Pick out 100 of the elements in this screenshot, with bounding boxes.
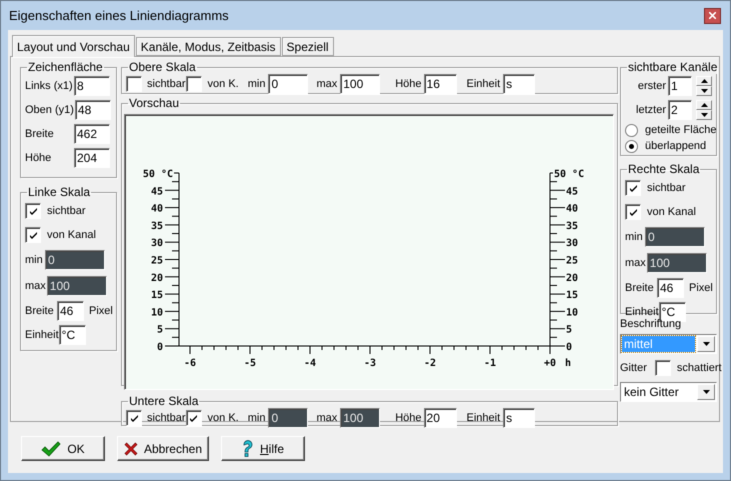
down-arrow-icon <box>700 113 708 117</box>
field-label: min <box>248 412 266 424</box>
axis-label: 25 <box>566 256 578 266</box>
spin-up-button[interactable] <box>696 100 712 110</box>
spin-down-button[interactable] <box>696 86 712 96</box>
axis-label: 30 <box>566 238 578 250</box>
checkbox[interactable] <box>186 410 202 426</box>
check-icon <box>28 230 38 240</box>
group-title: sichtbare Kanäle <box>627 60 718 74</box>
checkbox-label: von K. <box>208 412 239 424</box>
dropdown-arrow-button[interactable] <box>697 336 715 352</box>
group-title: Zeichenfläche <box>27 60 104 74</box>
field-label: erster <box>638 80 666 92</box>
check-icon <box>130 414 138 422</box>
text-field[interactable]: 204 <box>74 148 110 168</box>
unit-label: Pixel <box>689 282 713 294</box>
checkbox[interactable] <box>625 180 641 196</box>
up-arrow-icon <box>700 103 708 107</box>
group-title: Obere Skala <box>128 60 197 74</box>
tab[interactable]: Kanäle, Modus, Zeitbasis <box>136 37 281 56</box>
axis-label: 5 <box>566 324 572 336</box>
axis-label: -3 <box>364 358 376 369</box>
text-field[interactable]: 46 <box>657 278 684 298</box>
checkbox[interactable] <box>126 410 142 426</box>
check-icon <box>28 206 38 216</box>
checkbox[interactable] <box>186 76 202 92</box>
checkbox-label: sichtbar <box>147 412 186 424</box>
close-icon <box>709 12 716 19</box>
axis-label: 15 <box>150 290 163 302</box>
text-field[interactable]: 462 <box>74 124 110 144</box>
group-title: Linke Skala <box>27 185 92 199</box>
field-label: max <box>316 412 338 424</box>
checkbox-label: schattiert <box>676 362 722 374</box>
text-field[interactable]: 8 <box>74 76 110 96</box>
axis-label: 10 <box>566 307 578 318</box>
checkbox[interactable] <box>625 204 641 220</box>
axis-label: 20 <box>150 272 163 284</box>
down-arrow-icon <box>702 390 710 394</box>
text-field[interactable]: 20 <box>424 408 457 428</box>
down-arrow-icon <box>700 89 708 93</box>
dialog-button[interactable]: Abbrechen <box>117 436 209 461</box>
field-label: Einheit <box>25 329 59 341</box>
axis-label: +0 <box>544 358 556 369</box>
axis-unit: h <box>565 358 572 369</box>
unit-label: Pixel <box>89 305 113 317</box>
text-field[interactable]: 46 <box>57 301 84 321</box>
axis-label: 35 <box>150 220 163 232</box>
question-mark-icon <box>242 440 254 458</box>
field-label: max <box>25 280 46 292</box>
checkbox[interactable] <box>126 76 142 92</box>
dropdown-arrow-button[interactable] <box>697 384 715 400</box>
axis-label: 0 <box>156 342 163 353</box>
axis-label: 5 <box>156 324 163 336</box>
axis-label: -2 <box>424 358 436 369</box>
down-arrow-icon <box>702 342 710 346</box>
checkbox-label: von Kanal <box>647 206 696 218</box>
axis-label: 40 <box>566 204 578 215</box>
text-field[interactable]: °C <box>58 325 86 345</box>
axis-label: 50 °C <box>554 169 584 180</box>
checkbox-label: sichtbar <box>47 205 86 217</box>
text-field[interactable]: s <box>503 408 536 428</box>
field-label: max <box>316 78 338 90</box>
checkbox[interactable] <box>25 203 41 219</box>
field-label: Links (x1) <box>25 80 73 92</box>
window-title: Eigenschaften eines Liniendiagramms <box>9 8 229 23</box>
text-field[interactable]: 100 <box>340 74 380 94</box>
text-field[interactable]: 16 <box>424 74 457 94</box>
radio-button[interactable] <box>625 124 638 136</box>
close-button[interactable] <box>704 8 721 24</box>
dialog-button[interactable]: OK <box>21 436 105 461</box>
up-arrow-icon <box>700 79 708 83</box>
field-label: min <box>25 254 44 266</box>
tab[interactable]: Speziell <box>282 37 334 56</box>
field-label: Einheit <box>466 78 500 90</box>
axis-label: 35 <box>566 220 578 232</box>
cross-icon <box>124 440 138 456</box>
spin-up-button[interactable] <box>696 76 712 86</box>
axis-label: 0 <box>566 342 572 353</box>
group-title: Untere Skala <box>128 394 200 408</box>
text-field[interactable]: 48 <box>74 100 111 120</box>
text-field[interactable]: 0 <box>268 74 308 94</box>
checkbox-label: sichtbar <box>647 182 686 194</box>
dialog-button[interactable]: Hilfe <box>221 436 305 461</box>
field-label: max <box>625 257 646 269</box>
checkbox[interactable] <box>25 227 41 243</box>
text-field[interactable]: 1 <box>668 76 692 96</box>
axis-label: -5 <box>244 358 256 369</box>
dropdown[interactable]: kein Gitter <box>620 382 717 402</box>
text-field[interactable]: 2 <box>668 100 692 120</box>
field-label: Gitter <box>620 362 647 374</box>
axis-label: 10 <box>150 307 163 318</box>
axis-label: -6 <box>184 358 196 369</box>
axis-label: 40 <box>150 204 163 215</box>
text-field[interactable]: s <box>503 74 536 94</box>
spin-down-button[interactable] <box>696 110 712 120</box>
tab[interactable]: Layout und Vorschau <box>12 35 135 57</box>
checkbox[interactable] <box>654 360 671 376</box>
radio-button[interactable] <box>625 140 638 152</box>
checkbox-label: sichtbar <box>147 78 186 90</box>
field-label: Breite <box>25 305 55 317</box>
